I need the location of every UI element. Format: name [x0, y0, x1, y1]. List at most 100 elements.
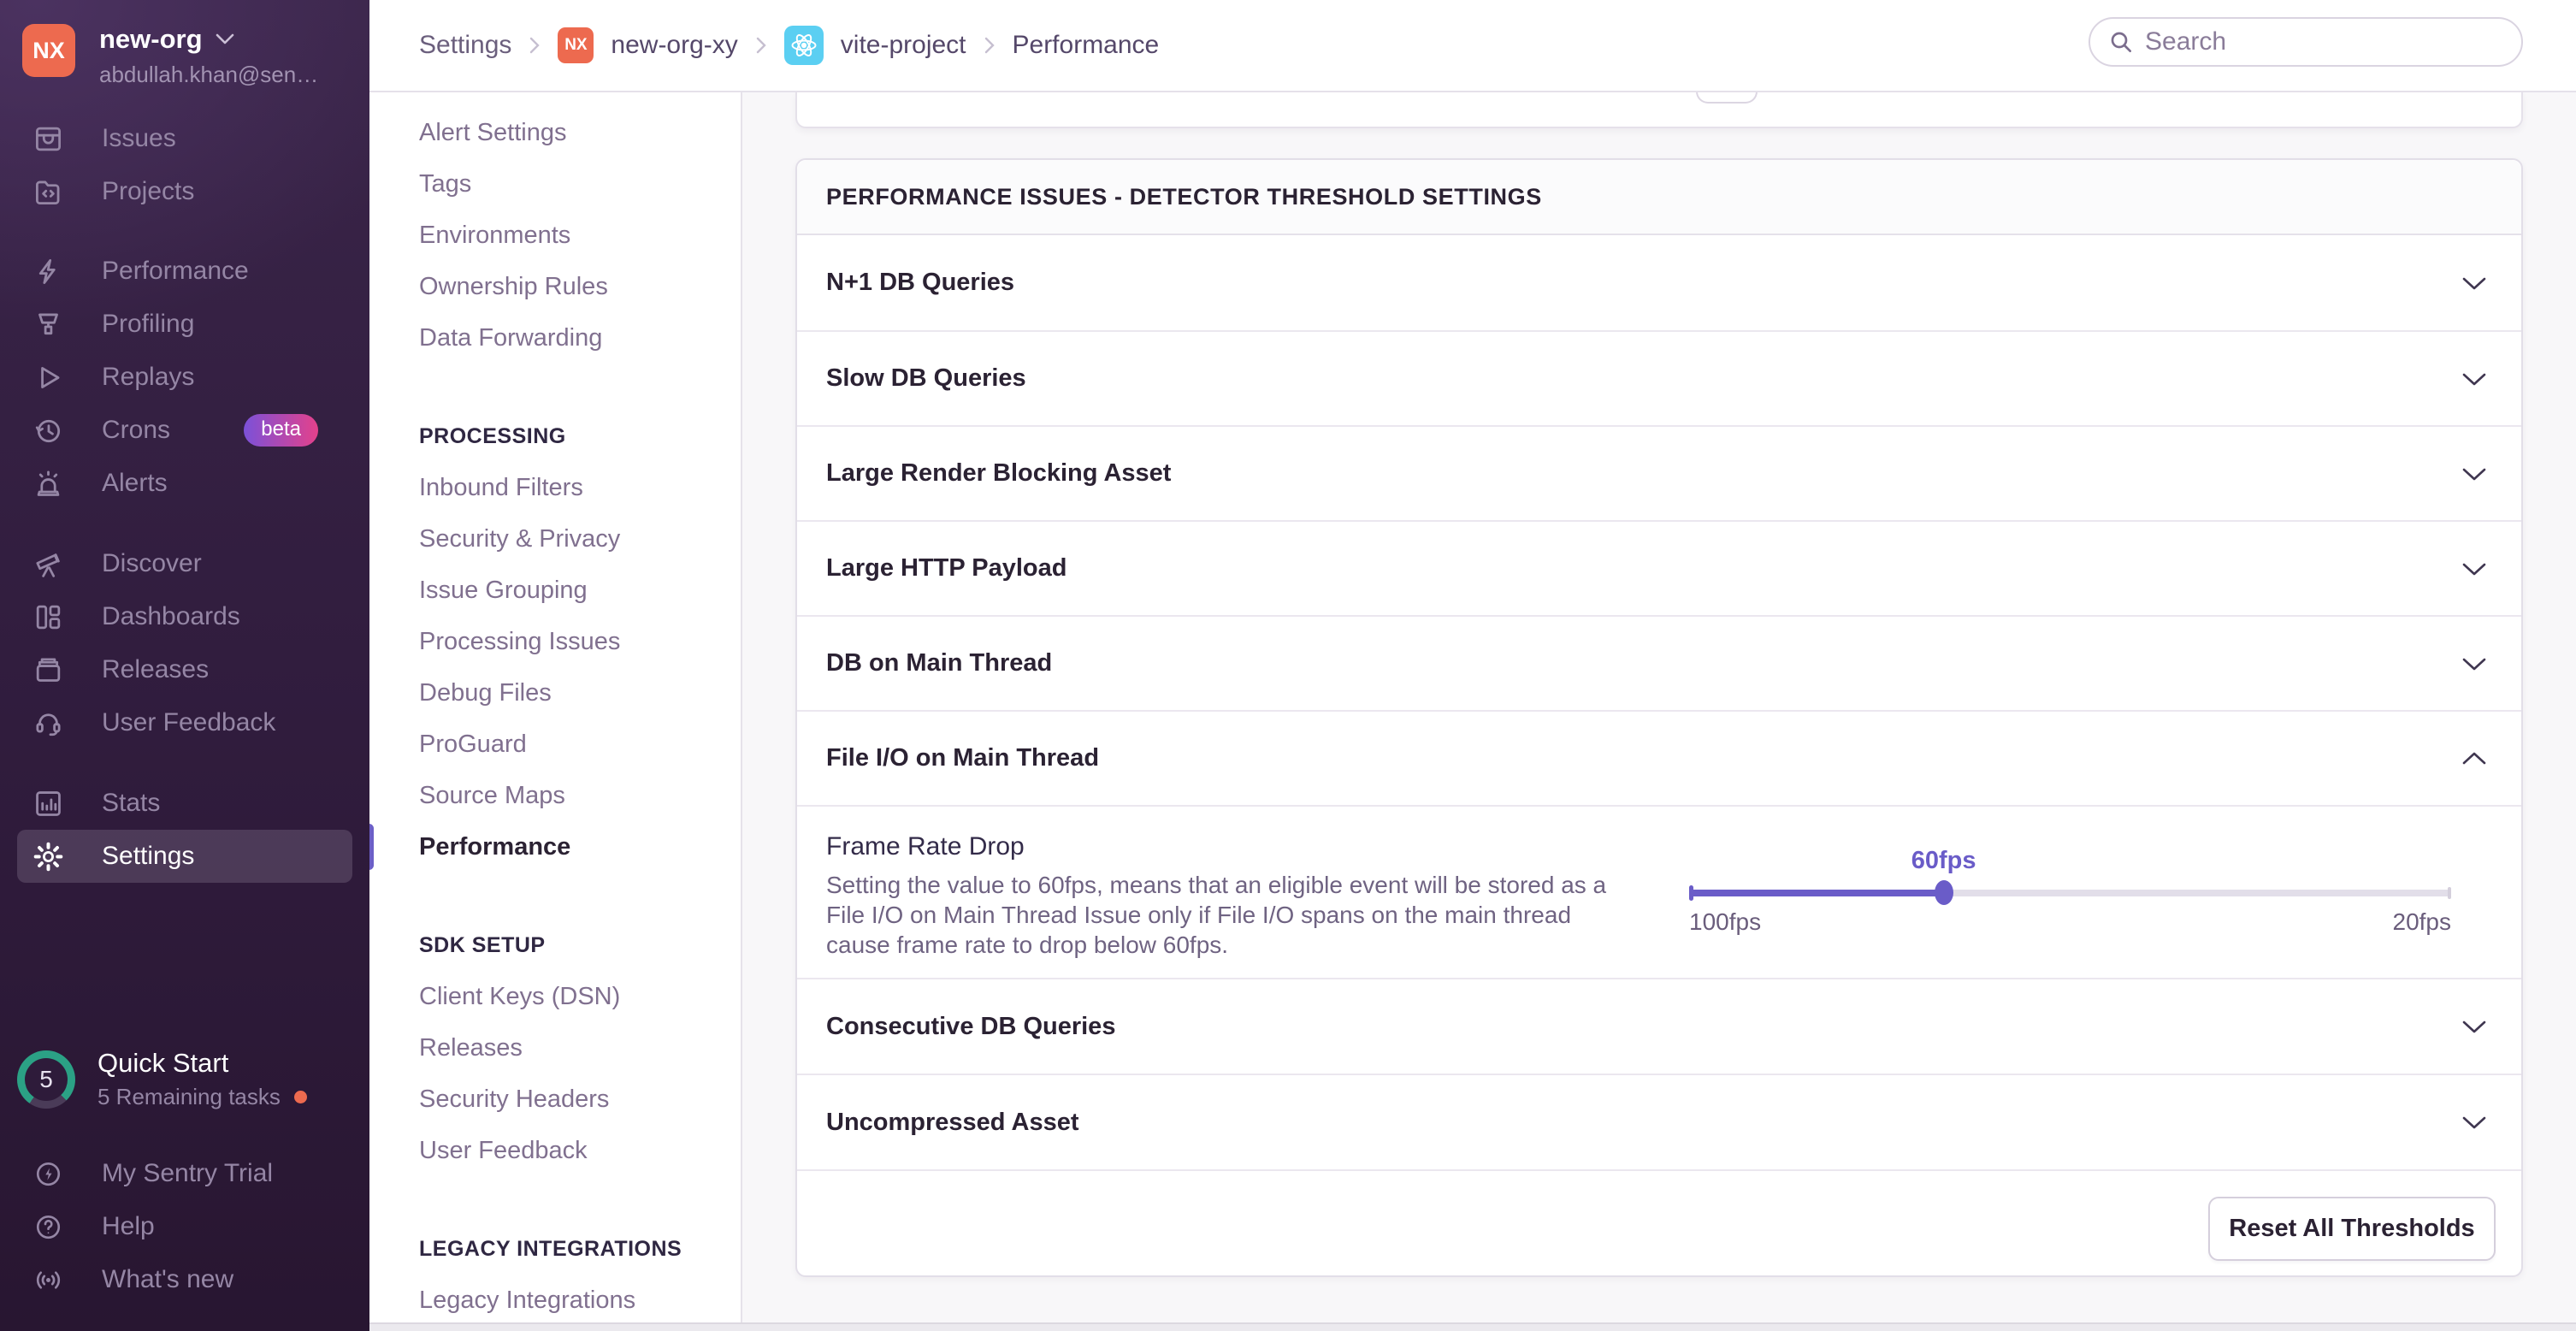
subnav-item-issue-grouping[interactable]: Issue Grouping [369, 565, 741, 616]
chevron-down-icon [2461, 656, 2487, 671]
sidebar-item-alerts[interactable]: Alerts [0, 457, 369, 510]
subnav-item-debug-files[interactable]: Debug Files [369, 667, 741, 719]
slider-fill [1689, 890, 1944, 896]
subnav-section-sdk-setup: SDK SETUP [369, 920, 741, 971]
siren-icon [32, 468, 64, 500]
breadcrumb-settings[interactable]: Settings [419, 31, 511, 60]
horizontal-scrollbar-track[interactable] [369, 1322, 2576, 1331]
sidebar-item-label: My Sentry Trial [102, 1159, 273, 1188]
breadcrumb-page: Performance [1013, 31, 1160, 60]
subnav-item-processing-issues[interactable]: Processing Issues [369, 616, 741, 667]
subnav-item-source-maps[interactable]: Source Maps [369, 770, 741, 821]
subnav-item-tags[interactable]: Tags [369, 158, 741, 210]
org-name: new-org [99, 24, 203, 55]
subnav-item-ownership-rules[interactable]: Ownership Rules [369, 261, 741, 312]
accordion-row-slow-db-queries[interactable]: Slow DB Queries [797, 330, 2521, 425]
subnav-item-alert-settings[interactable]: Alert Settings [369, 107, 741, 158]
panel-header: PERFORMANCE ISSUES - DETECTOR THRESHOLD … [797, 160, 2521, 235]
sidebar-item-discover[interactable]: Discover [0, 537, 369, 590]
main-sidebar: NX new-org abdullah.khan@sen… Issues Pro… [0, 0, 369, 1331]
sidebar-item-crons[interactable]: Crons beta [0, 404, 369, 457]
sidebar-item-label: Projects [102, 177, 194, 206]
subnav-item-releases[interactable]: Releases [369, 1022, 741, 1074]
quick-start[interactable]: 5 Quick Start 5 Remaining tasks [17, 1048, 352, 1110]
accordion-row-n-plus-one-db-queries[interactable]: N+1 DB Queries [797, 235, 2521, 330]
sidebar-item-whats-new[interactable]: What's new [0, 1253, 369, 1306]
sidebar-item-settings[interactable]: Settings [17, 830, 352, 883]
sidebar-item-profiling[interactable]: Profiling [0, 298, 369, 351]
accordion-row-file-io-on-main-thread[interactable]: File I/O on Main Thread [797, 710, 2521, 805]
chevron-down-icon [2461, 275, 2487, 291]
slider-track[interactable] [1689, 890, 2451, 896]
frame-rate-drop-section: Frame Rate Drop Setting the value to 60f… [797, 805, 2521, 978]
accordion-row-large-http-payload[interactable]: Large HTTP Payload [797, 520, 2521, 615]
sidebar-item-my-sentry-trial[interactable]: My Sentry Trial [0, 1147, 369, 1200]
chevron-down-icon [2461, 466, 2487, 482]
sidebar-item-help[interactable]: Help [0, 1200, 369, 1253]
subnav-item-inbound-filters[interactable]: Inbound Filters [369, 462, 741, 513]
subnav-item-user-feedback[interactable]: User Feedback [369, 1125, 741, 1176]
slider-min-label: 100fps [1689, 908, 1761, 936]
subnav-item-client-keys[interactable]: Client Keys (DSN) [369, 971, 741, 1022]
bar-chart-icon [32, 788, 64, 819]
help-icon [32, 1211, 64, 1243]
reset-all-thresholds-button[interactable]: Reset All Thresholds [2208, 1197, 2496, 1261]
frame-rate-drop-description: Setting the value to 60fps, means that a… [826, 870, 1639, 960]
sidebar-item-performance[interactable]: Performance [0, 245, 369, 298]
sidebar-item-stats[interactable]: Stats [0, 777, 369, 830]
sidebar-item-label: Settings [102, 842, 194, 871]
quick-start-title: Quick Start [97, 1048, 307, 1079]
beta-badge: beta [244, 414, 318, 447]
gear-icon [32, 841, 64, 873]
subnav-item-legacy-integrations[interactable]: Legacy Integrations [369, 1275, 741, 1326]
chevron-right-icon [755, 35, 767, 56]
accordion-row-db-on-main-thread[interactable]: DB on Main Thread [797, 615, 2521, 710]
breadcrumb-org[interactable]: new-org-xy [611, 31, 737, 60]
sidebar-item-releases[interactable]: Releases [0, 643, 369, 696]
chevron-right-icon [984, 35, 996, 56]
projects-icon [32, 176, 64, 208]
sidebar-group-issues: Issues Projects [0, 112, 369, 218]
frame-rate-drop-title: Frame Rate Drop [826, 832, 1025, 861]
clock-icon [32, 415, 64, 447]
subnav-item-data-forwarding[interactable]: Data Forwarding [369, 312, 741, 364]
sidebar-item-projects[interactable]: Projects [0, 165, 369, 218]
org-switcher[interactable]: NX new-org abdullah.khan@sen… [22, 24, 318, 88]
sidebar-item-user-feedback[interactable]: User Feedback [0, 696, 369, 749]
sidebar-item-label: Discover [102, 549, 202, 578]
quick-start-subtitle: 5 Remaining tasks [97, 1084, 281, 1110]
search-input[interactable] [2145, 27, 2504, 56]
sidebar-item-dashboards[interactable]: Dashboards [0, 590, 369, 643]
archive-box-icon [32, 654, 64, 686]
accordion-row-consecutive-db-queries[interactable]: Consecutive DB Queries [797, 978, 2521, 1074]
slider-thumb[interactable] [1935, 880, 1953, 905]
org-avatar: NX [22, 24, 75, 77]
progress-count: 5 [25, 1058, 68, 1101]
org-badge-icon: NX [558, 27, 594, 63]
issues-icon [32, 123, 64, 155]
sidebar-group-explore: Discover Dashboards Releases User Feedba… [0, 537, 369, 749]
subnav-item-proguard[interactable]: ProGuard [369, 719, 741, 770]
accordion-row-uncompressed-asset[interactable]: Uncompressed Asset [797, 1074, 2521, 1169]
sidebar-item-label: Issues [102, 124, 176, 153]
sidebar-item-label: Help [102, 1212, 155, 1241]
settings-subnav: Alert Settings Tags Environments Ownersh… [369, 92, 742, 1322]
sidebar-item-replays[interactable]: Replays [0, 351, 369, 404]
subnav-item-security-headers[interactable]: Security Headers [369, 1074, 741, 1125]
sidebar-item-label: Performance [102, 257, 249, 286]
breadcrumb: Settings NX new-org-xy vite-project Perf… [419, 0, 1159, 91]
breadcrumb-project[interactable]: vite-project [841, 31, 966, 60]
frame-rate-slider: 60fps 100fps 20fps [1689, 847, 2451, 949]
notification-dot [294, 1091, 307, 1103]
sidebar-group-monitoring: Performance Profiling Replays Crons beta [0, 245, 369, 510]
dashboard-grid-icon [32, 601, 64, 633]
search-box[interactable] [2089, 17, 2523, 67]
accordion-row-large-render-blocking-asset[interactable]: Large Render Blocking Asset [797, 425, 2521, 520]
subnav-item-environments[interactable]: Environments [369, 210, 741, 261]
sidebar-item-issues[interactable]: Issues [0, 112, 369, 165]
subnav-item-performance[interactable]: Performance [369, 821, 741, 873]
subnav-item-security-privacy[interactable]: Security & Privacy [369, 513, 741, 565]
progress-ring: 5 [17, 1050, 75, 1109]
sidebar-item-label: Releases [102, 655, 209, 684]
org-email: abdullah.khan@sen… [99, 62, 318, 88]
